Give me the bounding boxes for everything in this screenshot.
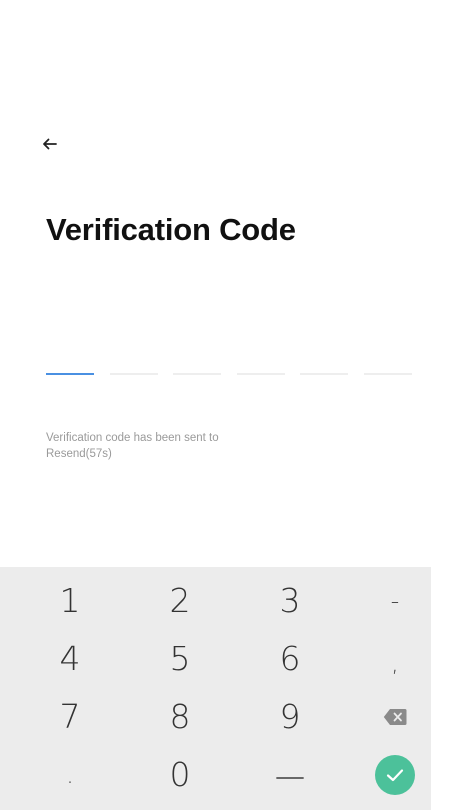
back-arrow-icon[interactable]: [38, 130, 66, 158]
key-3[interactable]: 3: [240, 573, 340, 628]
key-dot[interactable]: .: [20, 747, 120, 802]
key-6[interactable]: 6: [240, 631, 340, 686]
enter-button[interactable]: [375, 754, 415, 795]
checkmark-icon: [386, 768, 404, 781]
info-block: Verification code has been sent to Resen…: [46, 430, 219, 462]
code-slot-2[interactable]: [109, 355, 158, 375]
space-bar-icon: [276, 776, 304, 779]
space-key[interactable]: [240, 747, 340, 802]
key-9[interactable]: 9: [240, 689, 340, 744]
key-minus[interactable]: -: [345, 573, 445, 628]
key-7[interactable]: 7: [20, 689, 120, 744]
page-title: Verification Code: [46, 212, 296, 247]
key-5[interactable]: 5: [130, 631, 230, 686]
backspace-key[interactable]: [345, 689, 445, 744]
key-0[interactable]: 0: [130, 747, 230, 802]
code-slot-4[interactable]: [236, 355, 285, 375]
key-1[interactable]: 1: [20, 573, 120, 628]
code-slot-5[interactable]: [300, 355, 349, 375]
backspace-icon: [383, 708, 407, 725]
code-slot-3[interactable]: [173, 355, 222, 375]
enter-key[interactable]: [345, 747, 445, 802]
key-comma[interactable]: ,: [345, 635, 445, 690]
key-8[interactable]: 8: [130, 689, 230, 744]
numeric-keypad: 1 2 3 - 4 5 6 , 7 8 9 . 0: [0, 567, 431, 810]
info-text: Verification code has been sent to: [46, 432, 219, 444]
code-slot-6[interactable]: [363, 355, 412, 375]
resend-link[interactable]: Resend(57s): [46, 446, 219, 462]
key-2[interactable]: 2: [130, 573, 230, 628]
verification-code-input[interactable]: [46, 355, 412, 375]
verification-screen: Verification Code Verification code has …: [0, 0, 457, 810]
code-slot-1[interactable]: [46, 355, 94, 375]
key-4[interactable]: 4: [20, 631, 120, 686]
